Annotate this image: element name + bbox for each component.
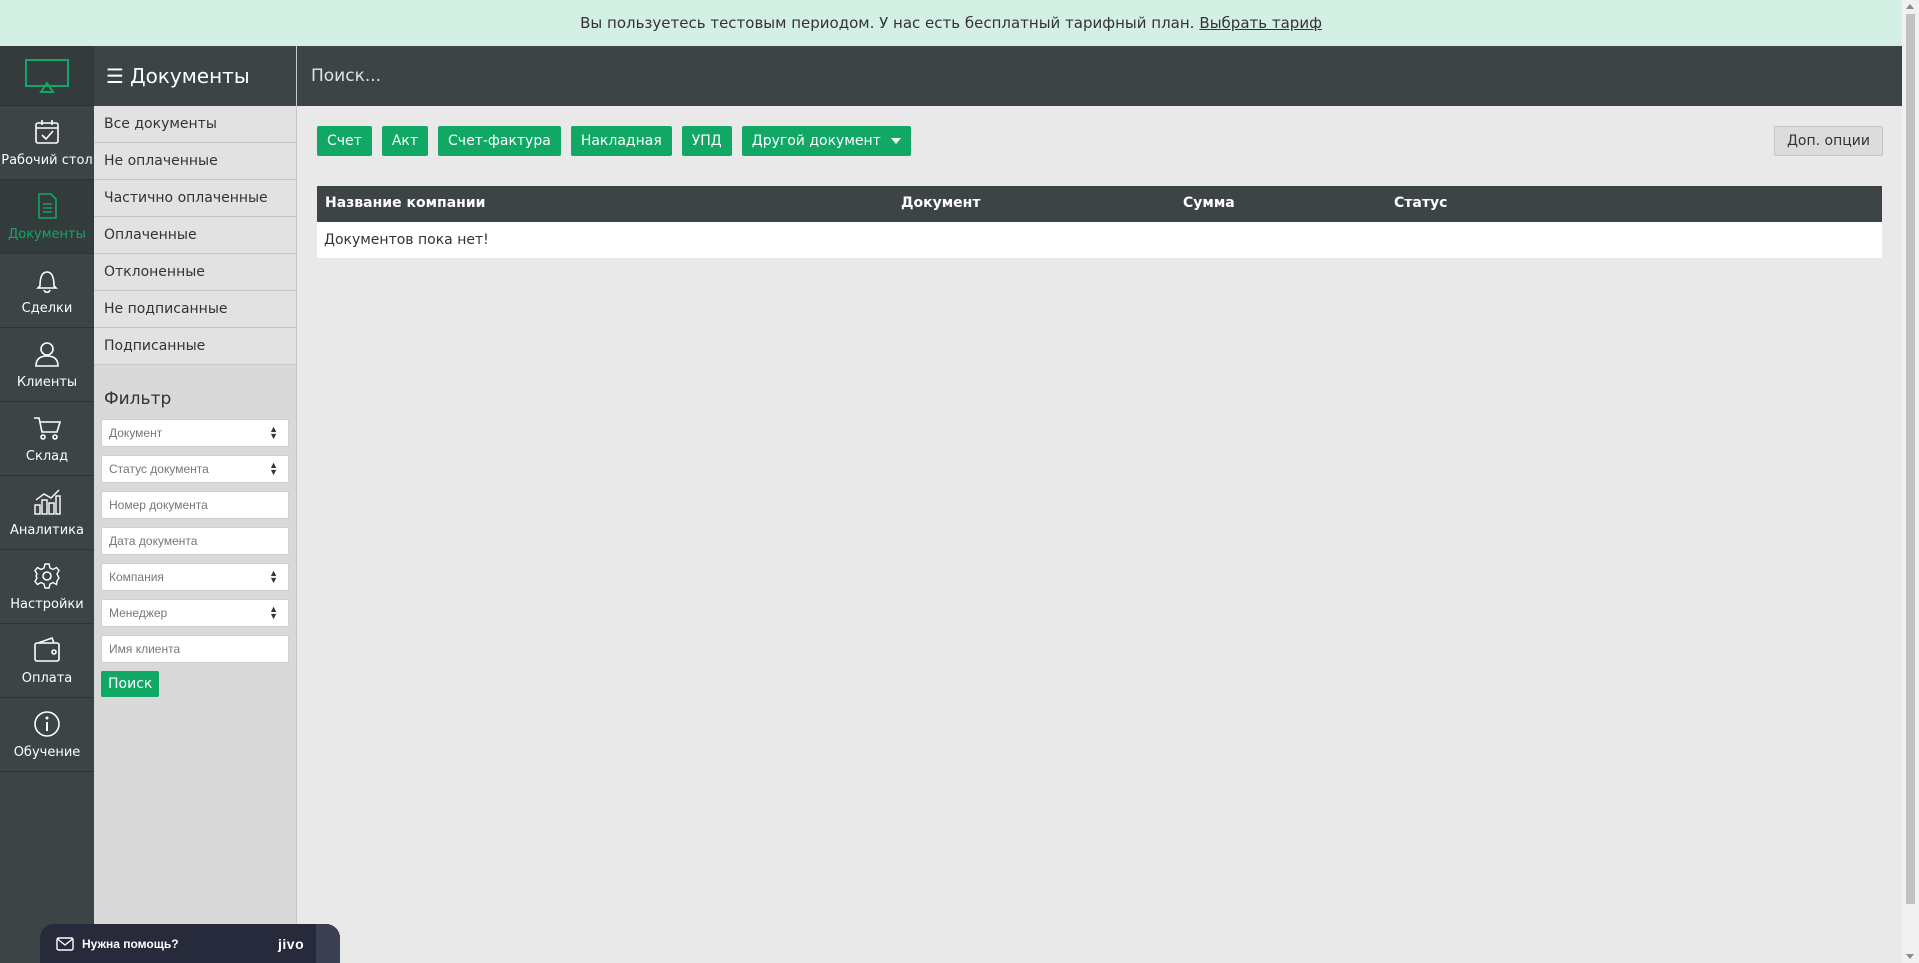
monitor-logo-icon [25, 58, 69, 93]
subnav-item-signed[interactable]: Подписанные [94, 328, 296, 365]
document-date-placeholder: Дата документа [109, 534, 198, 548]
trial-banner-text: Вы пользуетесь тестовым периодом. У нас … [580, 14, 1195, 32]
subnav-item-partially-paid[interactable]: Частично оплаченные [94, 180, 296, 217]
rail-item-label: Аналитика [10, 523, 84, 538]
create-tax-invoice-button[interactable]: Счет-фактура [438, 126, 561, 156]
users-icon [35, 342, 59, 367]
column-status[interactable]: Статус [1394, 195, 1447, 211]
subnav-item-unpaid[interactable]: Не оплаченные [94, 143, 296, 180]
chart-icon [34, 489, 61, 515]
document-status-select[interactable]: Статус документа ▲ ▼ [101, 455, 289, 483]
subnav-item-rejected[interactable]: Отклоненные [94, 254, 296, 291]
rail-item-warehouse[interactable]: Склад [0, 402, 94, 476]
select-arrows-icon: ▲ ▼ [269, 424, 278, 441]
column-amount[interactable]: Сумма [1183, 195, 1235, 211]
other-document-label: Другой документ [751, 133, 881, 149]
create-waybill-button[interactable]: Накладная [570, 126, 672, 156]
rail-item-settings[interactable]: Настройки [0, 550, 94, 624]
gear-icon [34, 563, 60, 589]
app-logo[interactable] [0, 46, 94, 106]
subnav-title: Документы [129, 64, 250, 88]
rail-item-dashboard[interactable]: Рабочий стол [0, 106, 94, 180]
calendar-icon [35, 120, 59, 144]
document-icon [38, 193, 57, 219]
documents-table: Название компании Документ Сумма Статус … [317, 186, 1882, 258]
rail-item-label: Клиенты [16, 375, 78, 390]
empty-table-message: Документов пока нет! [317, 222, 1882, 258]
filter-search-button[interactable]: Поиск [101, 671, 160, 697]
subnav-header[interactable]: ☰ Документы [94, 46, 296, 106]
filter-title: Фильтр [104, 389, 172, 409]
document-number-input[interactable]: Номер документа [101, 491, 289, 519]
documents-filter-list: Все документы Не оплаченные Частично опл… [94, 106, 296, 365]
scrollbar-thumb[interactable] [1906, 14, 1915, 904]
create-invoice-button[interactable]: Счет [317, 126, 372, 156]
rail-item-learning[interactable]: Обучение [0, 698, 94, 772]
menu-icon[interactable]: ☰ [106, 64, 124, 88]
rail-item-label: Обучение [13, 745, 81, 760]
main-sidebar: Рабочий стол Документы Сделки Клиенты Ск… [0, 46, 94, 963]
client-name-input[interactable]: Имя клиента [101, 635, 289, 663]
chat-widget-tab[interactable] [316, 924, 340, 963]
rail-item-label: Склад [25, 449, 69, 464]
document-number-placeholder: Номер документа [109, 498, 208, 512]
document-status-value: Статус документа [109, 462, 209, 476]
subnav-item-unsigned[interactable]: Не подписанные [94, 291, 296, 328]
manager-select[interactable]: Менеджер ▲ ▼ [101, 599, 289, 627]
caret-down-icon [890, 138, 901, 144]
help-label: Нужна помощь? [82, 936, 179, 951]
other-document-dropdown[interactable]: Другой документ [741, 126, 911, 156]
rail-item-label: Сделки [21, 301, 73, 316]
rail-item-label: Оплата [21, 671, 73, 686]
table-header: Название компании Документ Сумма Статус [317, 186, 1882, 222]
column-document[interactable]: Документ [901, 195, 980, 211]
page-scrollbar[interactable] [1902, 0, 1919, 963]
rail-item-analytics[interactable]: Аналитика [0, 476, 94, 550]
select-arrows-icon: ▲ ▼ [269, 604, 278, 621]
choose-plan-link[interactable]: Выбрать тариф [1199, 14, 1321, 32]
trial-banner: Вы пользуетесь тестовым периодом. У нас … [0, 0, 1902, 46]
manager-value: Менеджер [109, 606, 168, 620]
select-arrows-icon: ▲ ▼ [269, 568, 278, 585]
create-document-toolbar: Счет Акт Счет-фактура Накладная УПД Друг… [317, 126, 921, 156]
company-select[interactable]: Компания ▲ ▼ [101, 563, 289, 591]
scroll-down-arrow-icon[interactable] [1906, 954, 1914, 959]
jivo-logo: jivo [278, 936, 305, 952]
info-icon [34, 711, 60, 737]
envelope-icon [56, 936, 74, 951]
rail-item-label: Настройки [10, 597, 84, 612]
cart-icon [34, 417, 62, 440]
company-value: Компания [109, 570, 164, 584]
column-company[interactable]: Название компании [325, 195, 485, 211]
rail-item-deals[interactable]: Сделки [0, 254, 94, 328]
top-bar: Поиск... [297, 46, 1902, 106]
document-type-select[interactable]: Документ ▲ ▼ [101, 419, 289, 447]
create-upd-button[interactable]: УПД [681, 126, 732, 156]
wallet-icon [34, 636, 60, 662]
subnav-item-paid[interactable]: Оплаченные [94, 217, 296, 254]
more-options-button[interactable]: Доп. опции [1773, 126, 1883, 156]
subnav-item-all[interactable]: Все документы [94, 106, 296, 143]
main-content: Счет Акт Счет-фактура Накладная УПД Друг… [297, 106, 1902, 963]
help-chat-widget[interactable]: Нужна помощь? jivo [40, 924, 340, 963]
rail-item-documents[interactable]: Документы [0, 180, 94, 254]
global-search-input[interactable]: Поиск... [311, 66, 381, 86]
select-arrows-icon: ▲ ▼ [269, 460, 278, 477]
create-act-button[interactable]: Акт [381, 126, 429, 156]
rail-item-payment[interactable]: Оплата [0, 624, 94, 698]
bell-icon [36, 271, 58, 294]
document-type-value: Документ [109, 426, 163, 440]
client-name-placeholder: Имя клиента [109, 642, 181, 656]
rail-item-label: Рабочий стол [1, 153, 93, 168]
rail-item-label: Документы [8, 227, 86, 242]
rail-item-clients[interactable]: Клиенты [0, 328, 94, 402]
document-date-input[interactable]: Дата документа [101, 527, 289, 555]
documents-subnav: ☰ Документы Все документы Не оплаченные … [94, 46, 297, 963]
scroll-up-arrow-icon[interactable] [1906, 4, 1914, 9]
